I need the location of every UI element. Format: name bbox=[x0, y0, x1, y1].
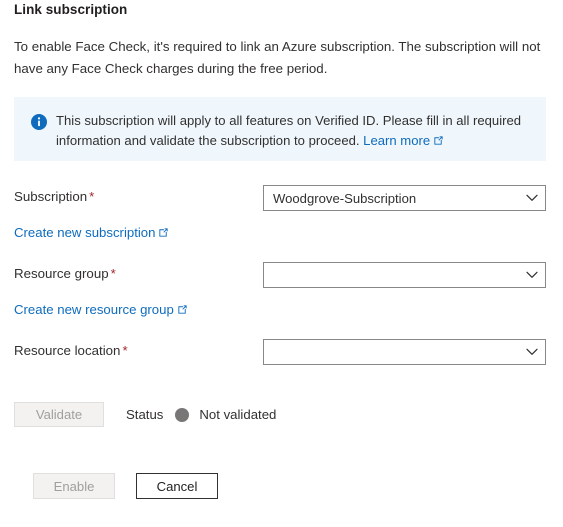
required-asterisk: * bbox=[110, 266, 116, 281]
resource-location-select[interactable] bbox=[263, 339, 546, 365]
subscription-label: Subscription * bbox=[14, 189, 94, 204]
subscription-select-value: Woodgrove-Subscription bbox=[273, 190, 417, 206]
link-subscription-panel: Link subscription To enable Face Check, … bbox=[0, 0, 563, 527]
resource-group-select[interactable] bbox=[263, 262, 546, 288]
status-indicator-dot bbox=[175, 407, 190, 422]
subscription-select[interactable]: Woodgrove-Subscription bbox=[263, 185, 546, 211]
field-row-resource-group: Resource group * bbox=[14, 262, 548, 288]
learn-more-link[interactable]: Learn more bbox=[363, 133, 444, 148]
required-asterisk: * bbox=[89, 189, 95, 204]
intro-paragraph: To enable Face Check, it's required to l… bbox=[14, 39, 541, 76]
field-row-resource-location: Resource location * bbox=[14, 339, 548, 365]
resource-group-label: Resource group * bbox=[14, 266, 116, 281]
external-link-icon bbox=[177, 304, 188, 315]
create-new-resource-group-label: Create new resource group bbox=[14, 302, 174, 317]
resource-group-label-text: Resource group bbox=[14, 266, 109, 281]
external-link-icon bbox=[433, 135, 444, 146]
info-banner-text: This subscription will apply to all feat… bbox=[56, 113, 522, 148]
page-title: Link subscription bbox=[14, 2, 128, 17]
validation-row: Validate Status Not validated bbox=[14, 402, 276, 427]
resource-location-label: Resource location * bbox=[14, 343, 128, 358]
info-banner-text-wrap: This subscription will apply to all feat… bbox=[56, 111, 528, 151]
create-new-subscription-label: Create new subscription bbox=[14, 225, 156, 240]
validate-button[interactable]: Validate bbox=[14, 402, 104, 427]
create-new-resource-group-link[interactable]: Create new resource group bbox=[14, 302, 188, 317]
info-circle-icon bbox=[31, 114, 47, 130]
enable-button[interactable]: Enable bbox=[33, 473, 115, 499]
status-label: Status bbox=[126, 407, 164, 422]
cancel-button[interactable]: Cancel bbox=[136, 473, 218, 499]
subscription-label-text: Subscription bbox=[14, 189, 88, 204]
footer-actions: Enable Cancel bbox=[33, 473, 218, 499]
learn-more-label: Learn more bbox=[363, 133, 431, 148]
field-row-subscription: Subscription * Woodgrove-Subscription bbox=[14, 185, 548, 211]
chevron-down-icon bbox=[519, 340, 545, 364]
resource-location-label-text: Resource location bbox=[14, 343, 121, 358]
required-asterisk: * bbox=[122, 343, 128, 358]
info-banner: This subscription will apply to all feat… bbox=[14, 97, 546, 161]
chevron-down-icon bbox=[519, 186, 545, 210]
status-value: Not validated bbox=[199, 407, 277, 422]
external-link-icon bbox=[158, 227, 169, 238]
create-new-subscription-link[interactable]: Create new subscription bbox=[14, 225, 169, 240]
chevron-down-icon bbox=[519, 263, 545, 287]
